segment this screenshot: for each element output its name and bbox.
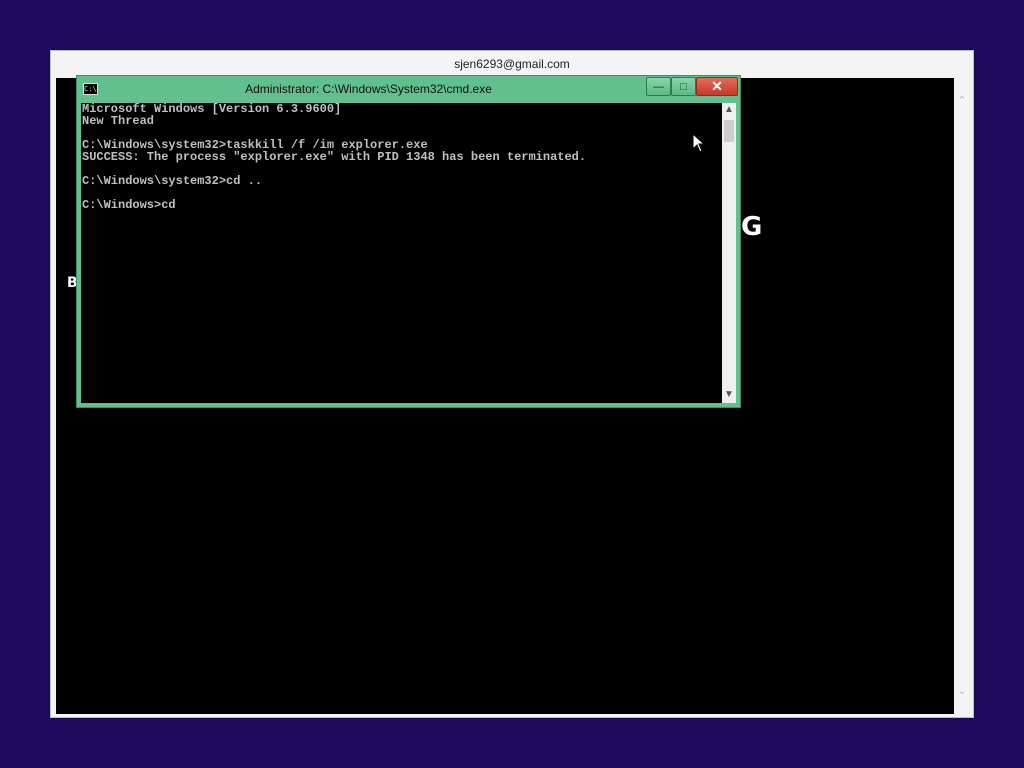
chevron-down-icon[interactable]: ⌄: [954, 684, 970, 697]
console-prompt-line[interactable]: C:\Windows>cd: [82, 198, 176, 212]
scroll-up-arrow-icon[interactable]: ▲: [722, 104, 736, 115]
remote-session-scrollbar[interactable]: ⌃ ⌄: [954, 78, 970, 714]
console-output: Microsoft Windows [Version 6.3.9600] New…: [81, 103, 722, 211]
mouse-pointer-icon: [692, 133, 706, 153]
console-line: New Thread: [82, 114, 155, 128]
background-text-fragment-right: G: [741, 212, 763, 242]
cmd-vertical-scrollbar[interactable]: ▲ ▼: [722, 103, 736, 403]
close-icon: ✕: [711, 78, 723, 94]
console-line: SUCCESS: The process "explorer.exe" with…: [82, 150, 587, 164]
console-line: C:\Windows\system32>cd ..: [82, 174, 263, 188]
scrollbar-thumb[interactable]: [724, 120, 734, 142]
cmd-app-icon[interactable]: C:\: [83, 83, 98, 95]
chevron-up-icon[interactable]: ⌃: [954, 94, 970, 107]
remote-session-title: sjen6293@gmail.com: [454, 57, 570, 71]
close-button[interactable]: ✕: [696, 77, 738, 96]
minimize-button[interactable]: —: [646, 77, 671, 96]
maximize-button[interactable]: □: [671, 77, 696, 96]
cmd-window-title: Administrator: C:\Windows\System32\cmd.e…: [245, 82, 492, 96]
minimize-icon: —: [653, 80, 664, 93]
maximize-icon: □: [680, 80, 687, 93]
scroll-down-arrow-icon[interactable]: ▼: [722, 389, 736, 400]
cmd-console-area[interactable]: Microsoft Windows [Version 6.3.9600] New…: [81, 103, 722, 403]
cmd-window[interactable]: C:\ Administrator: C:\Windows\System32\c…: [76, 75, 741, 408]
